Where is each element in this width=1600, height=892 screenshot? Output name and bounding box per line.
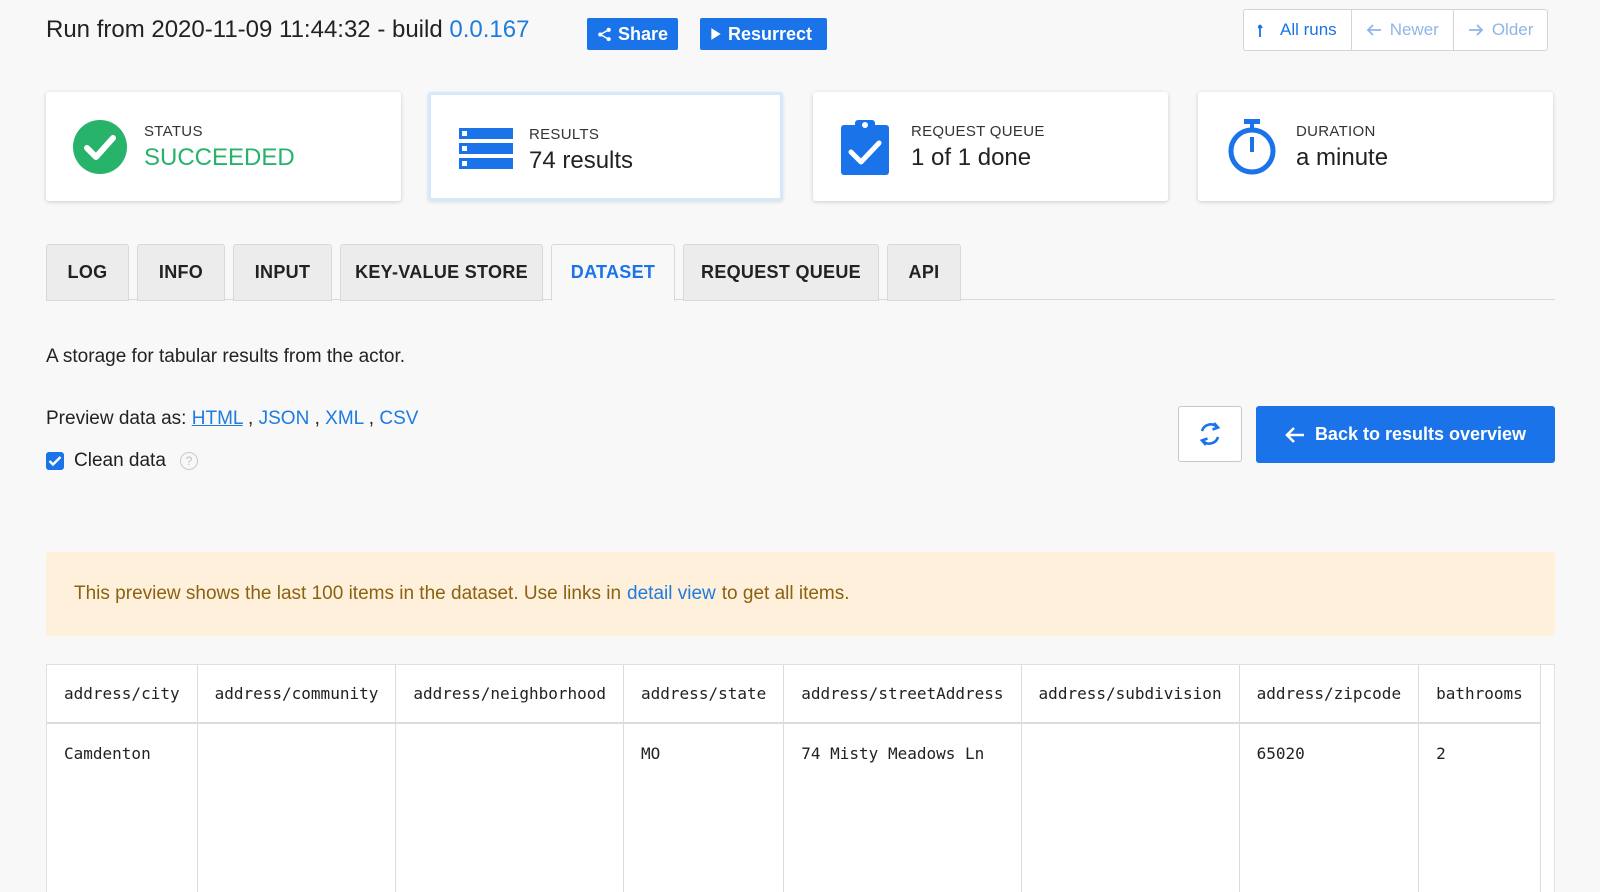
- request-queue-label: REQUEST QUEUE: [911, 123, 1045, 140]
- arrow-left-icon: [1285, 426, 1304, 443]
- older-label: Older: [1491, 20, 1534, 39]
- back-to-results-label: Back to results overview: [1314, 424, 1527, 444]
- all-runs-label: All runs: [1280, 20, 1337, 39]
- format-xml-link[interactable]: XML: [325, 408, 363, 429]
- clipboard-check-icon: [841, 120, 889, 175]
- table-cell: Camdenton: [47, 723, 198, 892]
- resurrect-label: Resurrect: [728, 23, 813, 44]
- share-button[interactable]: Share: [587, 18, 678, 50]
- tab-request-queue[interactable]: REQUEST QUEUE: [683, 244, 879, 301]
- check-circle-icon: [73, 120, 127, 174]
- table-cell: 65020: [1239, 723, 1420, 892]
- results-card[interactable]: RESULTS 74 results: [428, 92, 783, 201]
- clean-data-checkbox[interactable]: [46, 452, 64, 470]
- share-label: Share: [617, 23, 668, 44]
- detail-view-link[interactable]: detail view: [627, 583, 716, 605]
- status-card: STATUS SUCCEEDED: [46, 92, 401, 201]
- notice-text-before: This preview shows the last 100 items in…: [74, 583, 622, 604]
- table-cell: MO: [623, 723, 785, 892]
- status-value: SUCCEEDED: [144, 144, 295, 171]
- arrow-right-icon: [1468, 24, 1484, 36]
- table-row: Camdenton MO 74 Misty Meadows Ln 65020 2: [47, 723, 1541, 892]
- table-cell: 2: [1418, 723, 1541, 892]
- older-button[interactable]: Older: [1454, 10, 1548, 50]
- preview-notice: This preview shows the last 100 items in…: [46, 552, 1555, 636]
- share-icon: [598, 27, 611, 41]
- column-header: address/zipcode: [1239, 665, 1420, 724]
- format-html-link[interactable]: HTML: [192, 408, 243, 429]
- arrow-up-icon: [1258, 24, 1263, 37]
- run-navigation: All runs Newer Older: [1243, 9, 1549, 51]
- refresh-icon: [1199, 422, 1221, 446]
- clean-data-option: Clean data ?: [46, 450, 198, 472]
- help-icon[interactable]: ?: [179, 452, 198, 470]
- tab-info[interactable]: INFO: [137, 244, 225, 301]
- table-header-row: address/city address/community address/n…: [47, 665, 1541, 724]
- refresh-button[interactable]: [1178, 406, 1242, 462]
- tab-api[interactable]: API: [887, 244, 961, 301]
- request-queue-value: 1 of 1 done: [911, 144, 1032, 171]
- column-header: address/state: [623, 665, 785, 724]
- column-header: address/streetAddress: [783, 665, 1022, 724]
- dataset-table: address/city address/community address/n…: [46, 664, 1555, 892]
- status-label: STATUS: [144, 123, 203, 140]
- request-queue-card: REQUEST QUEUE 1 of 1 done: [813, 92, 1168, 201]
- newer-button[interactable]: Newer: [1352, 10, 1454, 50]
- table-cell: [395, 723, 625, 892]
- preview-label: Preview data as:: [46, 408, 187, 429]
- clean-data-label: Clean data: [74, 450, 166, 471]
- back-to-results-button[interactable]: Back to results overview: [1256, 406, 1555, 463]
- tab-log[interactable]: LOG: [46, 244, 129, 301]
- duration-value: a minute: [1296, 144, 1389, 171]
- tab-bar: LOG INFO INPUT KEY-VALUE STORE DATASET R…: [46, 244, 1555, 301]
- results-value: 74 results: [529, 147, 634, 174]
- duration-card: DURATION a minute: [1198, 92, 1553, 201]
- arrow-left-icon: [1366, 24, 1381, 36]
- duration-label: DURATION: [1296, 123, 1376, 140]
- results-label: RESULTS: [529, 126, 600, 143]
- list-icon: [459, 128, 513, 169]
- tab-key-value-store[interactable]: KEY-VALUE STORE: [340, 244, 543, 301]
- table-cell: [1021, 723, 1240, 892]
- newer-label: Newer: [1389, 20, 1439, 39]
- column-header: address/community: [197, 665, 397, 724]
- resurrect-button[interactable]: Resurrect: [700, 18, 827, 50]
- notice-text-after: to get all items.: [721, 583, 850, 604]
- table-cell: 74 Misty Meadows Ln: [783, 723, 1022, 892]
- run-title-text: Run from 2020-11-09 11:44:32 - build: [46, 16, 450, 43]
- format-csv-link[interactable]: CSV: [379, 408, 418, 429]
- all-runs-button[interactable]: All runs: [1244, 10, 1352, 50]
- column-header: address/subdivision: [1021, 665, 1240, 724]
- play-icon: [711, 28, 721, 40]
- format-json-link[interactable]: JSON: [259, 408, 310, 429]
- checkmark-icon: [48, 456, 62, 467]
- build-link[interactable]: 0.0.167: [449, 16, 529, 43]
- column-header: bathrooms: [1418, 665, 1541, 724]
- preview-formats: Preview data as: HTML , JSON , XML , CSV: [46, 408, 419, 429]
- dataset-description: A storage for tabular results from the a…: [46, 346, 406, 367]
- table-cell: [197, 723, 397, 892]
- tab-input[interactable]: INPUT: [233, 244, 332, 301]
- page-title: Run from 2020-11-09 11:44:32 - build 0.0…: [46, 16, 529, 44]
- stopwatch-icon: [1228, 119, 1276, 175]
- tab-dataset[interactable]: DATASET: [551, 244, 675, 301]
- column-header: address/neighborhood: [395, 665, 625, 724]
- column-header: address/city: [47, 665, 198, 724]
